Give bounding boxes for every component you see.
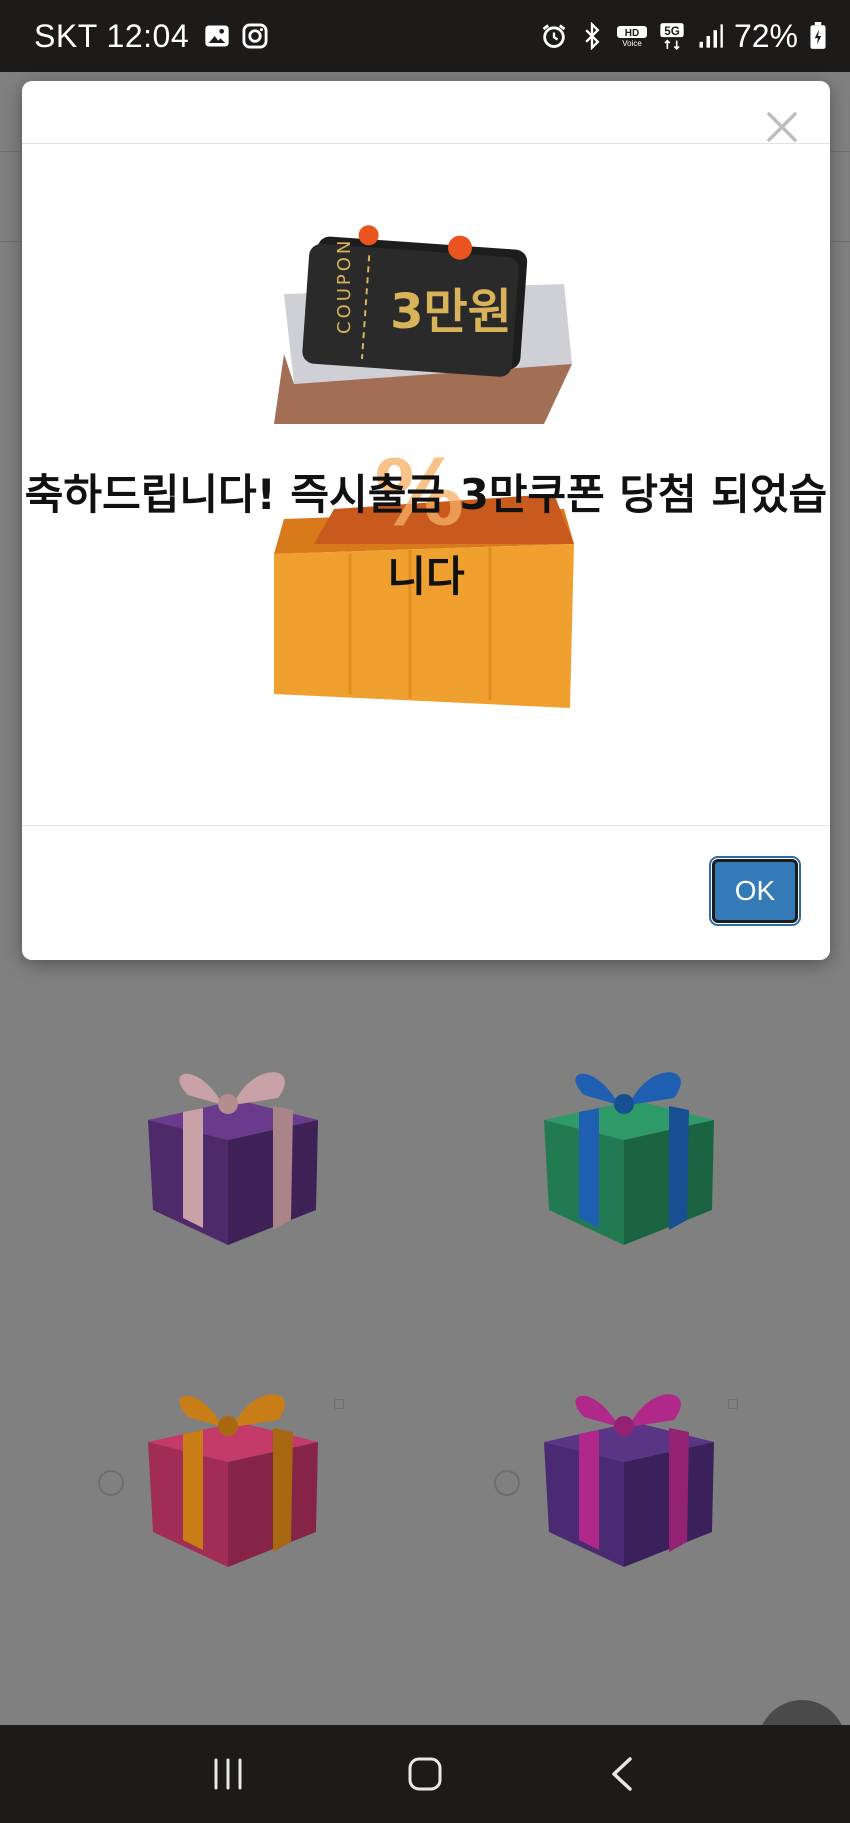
android-nav-bar bbox=[0, 1725, 850, 1823]
gift-box-green[interactable] bbox=[524, 1060, 724, 1260]
gift-box-violet[interactable] bbox=[524, 1382, 724, 1582]
ok-button[interactable]: OK bbox=[709, 856, 801, 926]
gift-box-red[interactable] bbox=[128, 1382, 328, 1582]
gift-box-purple[interactable] bbox=[128, 1060, 328, 1260]
home-button[interactable] bbox=[395, 1744, 455, 1804]
svg-text:Voice: Voice bbox=[622, 39, 642, 48]
small-marker bbox=[334, 1399, 344, 1409]
svg-text:HD: HD bbox=[625, 28, 639, 39]
battery-icon bbox=[810, 22, 826, 49]
battery-percentage: 72% bbox=[733, 17, 798, 54]
alarm-icon bbox=[542, 24, 566, 48]
small-marker bbox=[728, 1399, 738, 1409]
signal-icon bbox=[699, 24, 723, 48]
coupon-win-dialog: COUPON 3만원 % 축하드립니다! 즉시출금 3만쿠폰 당첨 되었습니다 … bbox=[22, 81, 830, 960]
close-icon[interactable] bbox=[764, 109, 800, 145]
dialog-footer: OK bbox=[22, 826, 830, 959]
gallery-icon bbox=[205, 25, 229, 47]
dialog-body: COUPON 3만원 % 축하드립니다! 즉시출금 3만쿠폰 당첨 되었습니다 bbox=[22, 144, 830, 826]
dialog-header bbox=[22, 81, 830, 144]
status-bar: SKT 12:04 HD Voice 5G 72% bbox=[0, 0, 850, 72]
home-icon bbox=[408, 1757, 442, 1791]
hd-voice-icon: HDVoice bbox=[616, 26, 647, 48]
back-icon bbox=[611, 1757, 632, 1791]
svg-text:5G: 5G bbox=[664, 25, 680, 38]
carrier-time: SKT 12:04 bbox=[34, 17, 190, 54]
radio-option-1[interactable] bbox=[98, 1470, 124, 1496]
5g-icon: 5G bbox=[660, 23, 684, 50]
radio-option-2[interactable] bbox=[494, 1470, 520, 1496]
back-button[interactable] bbox=[592, 1744, 652, 1804]
coupon-label: COUPON bbox=[334, 238, 355, 334]
bluetooth-icon bbox=[585, 22, 600, 50]
congratulations-message: 축하드립니다! 즉시출금 3만쿠폰 당첨 되었습니다 bbox=[24, 470, 828, 601]
coupon-amount: 3만원 bbox=[390, 284, 512, 340]
instagram-icon bbox=[242, 23, 268, 49]
recent-apps-icon bbox=[214, 1758, 242, 1790]
recent-apps-button[interactable] bbox=[198, 1744, 258, 1804]
